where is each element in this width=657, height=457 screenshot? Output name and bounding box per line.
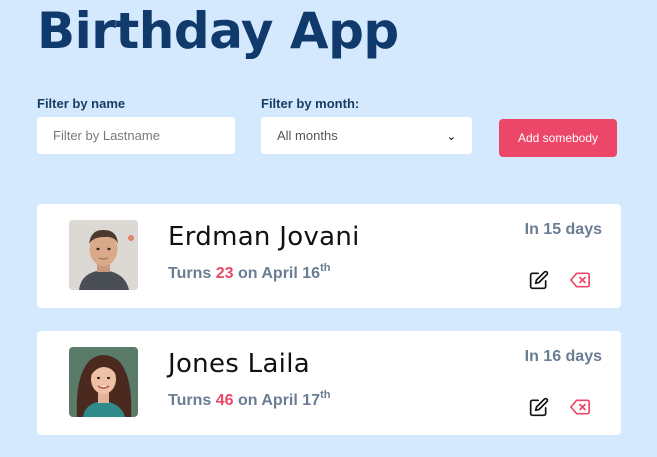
edit-button[interactable]: [528, 269, 550, 291]
edit-button[interactable]: [528, 396, 550, 418]
delete-button[interactable]: [569, 396, 591, 418]
month-select-value: All months: [277, 128, 338, 143]
filter-month-select[interactable]: All months ⌄: [261, 117, 472, 154]
delete-button[interactable]: [569, 269, 591, 291]
filter-name-input[interactable]: [37, 117, 235, 154]
filter-month-label: Filter by month:: [261, 96, 360, 111]
edit-icon: [529, 270, 549, 290]
filter-name-label: Filter by name: [37, 96, 126, 111]
birthday-card: Jones Laila Turns 46 on April 17th In 16…: [37, 331, 621, 435]
add-somebody-button[interactable]: Add somebody: [499, 119, 617, 157]
age-value: 23: [215, 265, 234, 282]
birthday-info: Turns 23 on April 16th: [168, 262, 330, 283]
edit-icon: [529, 397, 549, 417]
avatar: [69, 347, 138, 417]
days-left: In 15 days: [524, 221, 602, 238]
app-title: Birthday App: [37, 2, 399, 60]
backspace-delete-icon: [570, 272, 590, 288]
birthday-info: Turns 46 on April 17th: [168, 389, 330, 410]
days-left: In 16 days: [524, 348, 602, 365]
person-name: Jones Laila: [168, 349, 310, 379]
birthday-date: on April 17: [237, 392, 321, 409]
birthday-card: Erdman Jovani Turns 23 on April 16th In …: [37, 204, 621, 308]
chevron-down-icon: ⌄: [446, 131, 456, 143]
person-name: Erdman Jovani: [168, 222, 360, 252]
age-value: 46: [215, 392, 234, 409]
date-suffix: th: [320, 262, 331, 274]
date-suffix: th: [320, 389, 331, 401]
avatar: [69, 220, 138, 290]
turns-prefix: Turns: [168, 265, 212, 282]
turns-prefix: Turns: [168, 392, 212, 409]
birthday-date: on April 16: [237, 265, 321, 282]
backspace-delete-icon: [570, 399, 590, 415]
